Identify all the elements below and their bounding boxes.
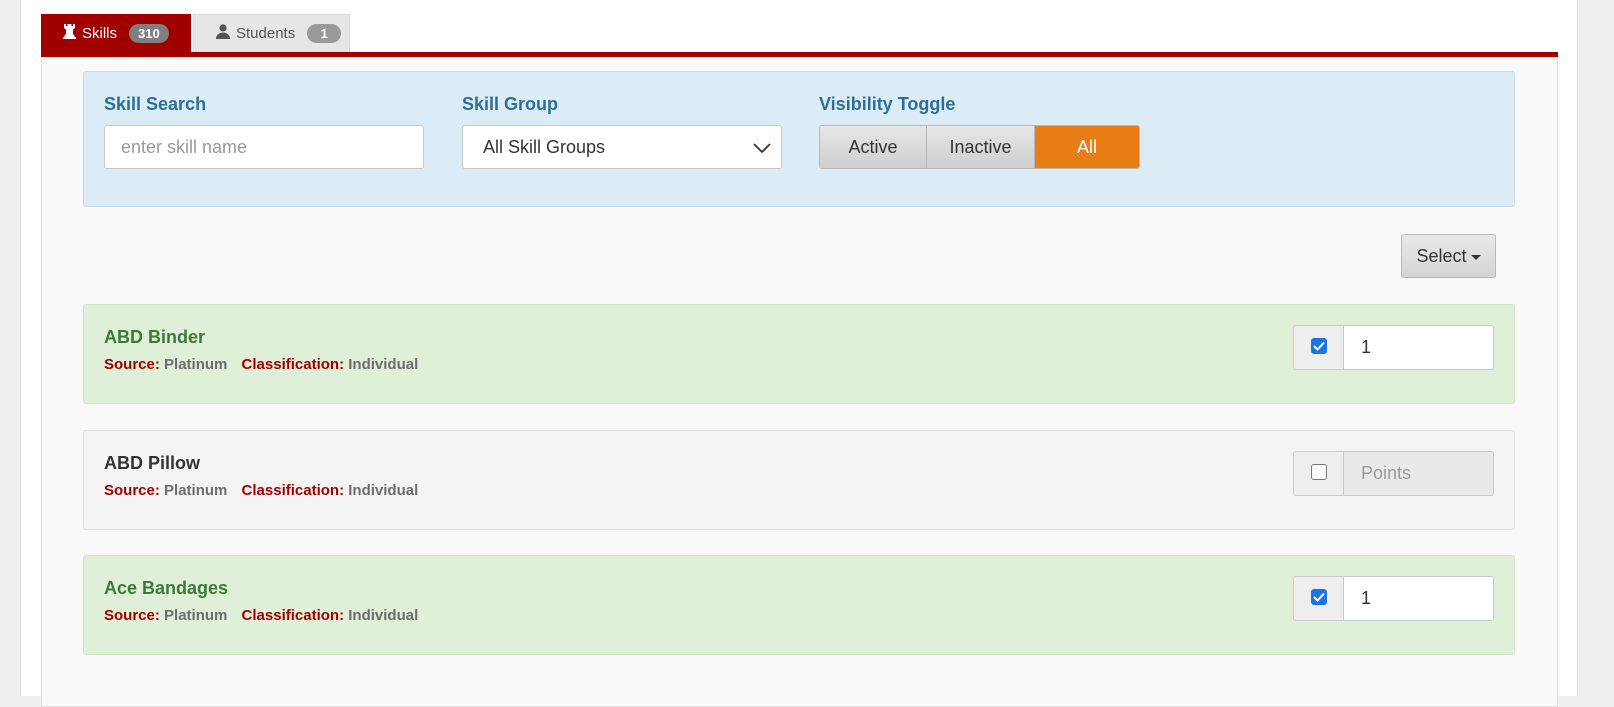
tab-label: Students bbox=[236, 24, 296, 42]
skill-search-input[interactable] bbox=[104, 125, 424, 169]
skill-checkbox[interactable] bbox=[1310, 588, 1327, 605]
select-button-label: Select bbox=[1416, 245, 1467, 266]
classification-label: Classification: bbox=[241, 482, 345, 499]
source-value: Platinum bbox=[164, 482, 228, 499]
count-badge: 310 bbox=[129, 23, 169, 43]
rook-icon bbox=[63, 23, 76, 43]
classification-value: Individual bbox=[348, 356, 419, 373]
page-container: Skills 310 Students 1 Skill Search Skill… bbox=[20, 0, 1578, 707]
count-badge: 1 bbox=[307, 23, 342, 43]
points-input[interactable]: 1 bbox=[1343, 325, 1494, 370]
skill-meta: Source: Platinum Classification: Individ… bbox=[104, 482, 428, 499]
select-dropdown-button[interactable]: Select bbox=[1401, 234, 1496, 278]
visibility-toggle: Active Inactive All bbox=[819, 125, 1140, 169]
points-input-group: 1 bbox=[1293, 325, 1494, 370]
checkbox-addon bbox=[1293, 325, 1343, 370]
caret-down-icon bbox=[1470, 254, 1481, 260]
skill-search-label: Skill Search bbox=[104, 94, 207, 114]
checkmark-icon bbox=[1312, 341, 1325, 351]
checkbox-addon bbox=[1293, 576, 1343, 621]
points-input-group: 1 bbox=[1293, 576, 1494, 621]
skill-group-value: All Skill Groups bbox=[483, 136, 606, 157]
points-input[interactable]: 1 bbox=[1343, 576, 1494, 621]
checkmark-icon bbox=[1312, 592, 1325, 602]
skill-group-label: Skill Group bbox=[462, 94, 559, 114]
points-input-group: Points bbox=[1293, 451, 1494, 496]
tab-students[interactable]: Students 1 bbox=[193, 14, 350, 52]
skill-meta: Source: Platinum Classification: Individ… bbox=[104, 356, 428, 373]
source-label: Source: bbox=[104, 482, 160, 499]
skills-panel: Skill Search Skill Group All Skill Group… bbox=[41, 57, 1558, 707]
source-label: Source: bbox=[104, 356, 160, 373]
visibility-toggle-label: Visibility Toggle bbox=[819, 94, 956, 114]
classification-value: Individual bbox=[348, 607, 419, 624]
source-value: Platinum bbox=[164, 356, 228, 373]
classification-value: Individual bbox=[348, 482, 419, 499]
skill-checkbox[interactable] bbox=[1310, 337, 1327, 354]
tab-label: Skills bbox=[82, 24, 118, 42]
skill-name: ABD Pillow bbox=[104, 453, 201, 473]
source-label: Source: bbox=[104, 607, 160, 624]
skill-row: ABD Binder Source: Platinum Classificati… bbox=[83, 304, 1515, 404]
skill-row: Ace Bandages Source: Platinum Classifica… bbox=[83, 555, 1515, 655]
skill-group-select[interactable]: All Skill Groups bbox=[462, 125, 782, 169]
visibility-active-button[interactable]: Active bbox=[820, 126, 927, 168]
filter-panel: Skill Search Skill Group All Skill Group… bbox=[83, 71, 1515, 207]
source-value: Platinum bbox=[164, 607, 228, 624]
skill-checkbox[interactable] bbox=[1310, 463, 1327, 480]
points-input[interactable]: Points bbox=[1343, 451, 1494, 496]
checkbox-addon bbox=[1293, 451, 1343, 496]
visibility-all-button[interactable]: All bbox=[1035, 126, 1139, 168]
skill-name: ABD Binder bbox=[104, 327, 206, 347]
tab-skills[interactable]: Skills 310 bbox=[41, 14, 191, 52]
tab-bar: Skills 310 Students 1 bbox=[41, 14, 350, 54]
skill-name: Ace Bandages bbox=[104, 578, 229, 598]
chevron-down-icon bbox=[753, 143, 771, 154]
skill-meta: Source: Platinum Classification: Individ… bbox=[104, 607, 428, 624]
classification-label: Classification: bbox=[241, 356, 345, 373]
classification-label: Classification: bbox=[241, 607, 345, 624]
visibility-inactive-button[interactable]: Inactive bbox=[927, 126, 1035, 168]
skill-row: ABD Pillow Source: Platinum Classificati… bbox=[83, 430, 1515, 530]
user-icon bbox=[216, 23, 230, 43]
